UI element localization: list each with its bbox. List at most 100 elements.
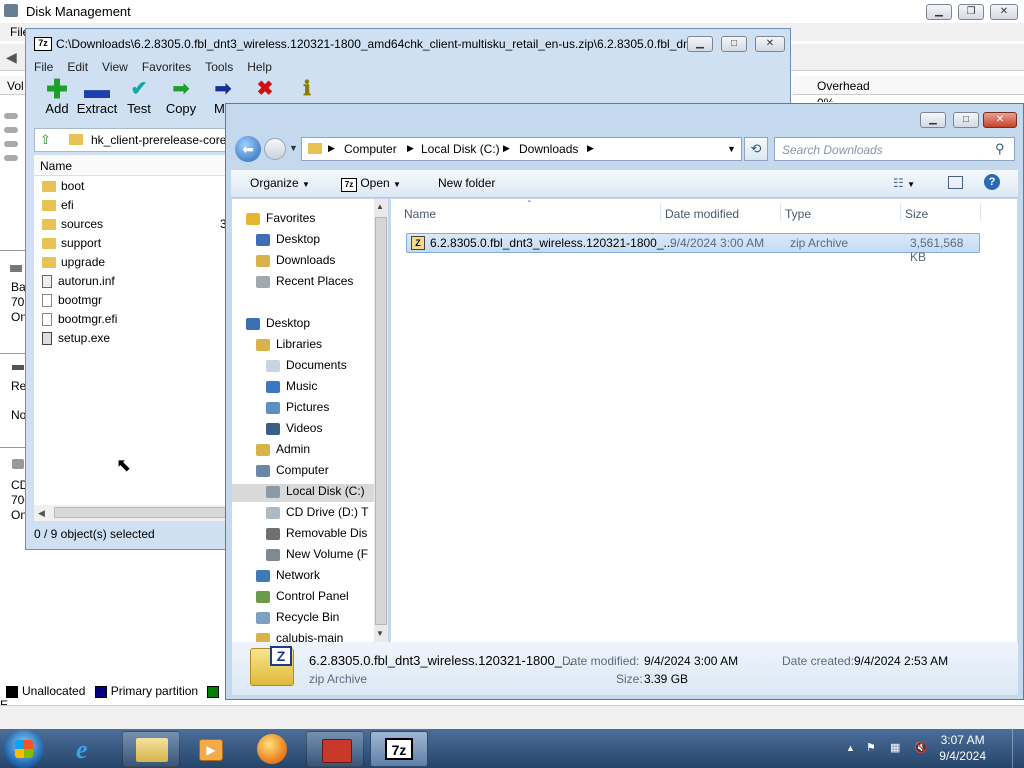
column-header-size[interactable]: Size xyxy=(905,207,928,221)
scroll-up-icon[interactable]: ▲ xyxy=(376,202,384,211)
taskbar-explorer[interactable] xyxy=(122,731,180,767)
nav-item[interactable]: Documents xyxy=(266,358,347,376)
nav-item[interactable]: Music xyxy=(266,379,317,397)
overhead-column-header[interactable]: Overhead xyxy=(793,76,1024,95)
nav-item[interactable]: Desktop xyxy=(256,232,320,250)
address-bar[interactable]: ▶ Computer ▶ Local Disk (C:) ▶ Downloads… xyxy=(301,137,742,161)
horizontal-scrollbar[interactable]: ◀ xyxy=(34,505,226,521)
column-header-type[interactable]: Type xyxy=(785,207,811,221)
scrollbar-thumb[interactable] xyxy=(375,217,387,625)
nav-item[interactable]: New Volume (F xyxy=(266,547,368,565)
minimize-button[interactable]: ▁ xyxy=(926,4,952,20)
open-button[interactable]: 7z Open ▼ xyxy=(341,176,401,192)
list-item[interactable]: bootmgr.efi xyxy=(42,312,117,330)
nav-item[interactable]: Pictures xyxy=(266,400,329,418)
details-file-name: 6.2.8305.0.fbl_dnt3_wireless.120321-1800… xyxy=(309,653,573,668)
nav-item[interactable]: Control Panel xyxy=(256,589,349,607)
back-arrow-icon[interactable]: ◀ xyxy=(6,49,17,66)
organize-button[interactable]: Organize ▼ xyxy=(250,176,310,190)
help-icon[interactable]: ? xyxy=(984,174,1000,190)
action-center-flag-icon[interactable]: ⚑ xyxy=(866,741,880,755)
info-button[interactable]: ℹ xyxy=(284,77,330,101)
nav-item[interactable]: Recycle Bin xyxy=(256,610,339,628)
menu-tools[interactable]: Tools xyxy=(205,60,233,74)
list-item[interactable]: bootmgr xyxy=(42,293,102,311)
show-desktop-button[interactable] xyxy=(1012,729,1024,768)
search-input[interactable]: Search Downloads ⚲ xyxy=(774,137,1015,161)
list-item[interactable]: autorun.inf xyxy=(42,274,115,292)
network-status-icon[interactable]: ▦ xyxy=(890,741,904,755)
menu-edit[interactable]: Edit xyxy=(67,60,88,74)
breadcrumb-downloads[interactable]: Downloads xyxy=(519,142,578,156)
address-dropdown-icon[interactable]: ▼ xyxy=(727,144,736,154)
nav-item[interactable]: Desktop xyxy=(246,316,310,334)
nav-item[interactable]: Admin xyxy=(256,442,310,460)
taskbar-disk-management[interactable] xyxy=(306,731,364,767)
volume-column-header[interactable]: Vol xyxy=(0,76,25,95)
taskbar-internet-explorer[interactable]: e xyxy=(62,731,120,767)
list-item[interactable]: efi xyxy=(42,198,74,216)
up-folder-icon[interactable]: ⇧ xyxy=(40,132,51,148)
nav-item[interactable]: calubis-main xyxy=(256,631,343,642)
breadcrumb-computer[interactable]: Computer xyxy=(344,142,397,156)
close-button[interactable]: ✕ xyxy=(990,4,1018,20)
taskbar-media-player[interactable]: ▶ xyxy=(182,731,240,767)
menu-favorites[interactable]: Favorites xyxy=(142,60,191,74)
minimize-button[interactable]: ▁ xyxy=(687,36,713,52)
extract-button[interactable]: ▬ Extract xyxy=(74,76,120,116)
nav-item[interactable]: CD Drive (D:) T xyxy=(266,505,368,523)
taskbar-app[interactable] xyxy=(242,731,300,767)
navigation-pane-scrollbar[interactable]: ▲ ▼ xyxy=(374,199,388,642)
recent-pages-chevron-icon[interactable]: ▼ xyxy=(289,143,298,153)
menu-help[interactable]: Help xyxy=(247,60,272,74)
menu-view[interactable]: View xyxy=(102,60,128,74)
column-header-date-modified[interactable]: Date modified xyxy=(665,207,739,221)
nav-item[interactable]: Downloads xyxy=(256,253,335,271)
list-item[interactable]: boot xyxy=(42,179,84,197)
menu-file[interactable]: File xyxy=(34,60,53,74)
new-folder-button[interactable]: New folder xyxy=(438,176,495,190)
nav-item[interactable]: Libraries xyxy=(256,337,322,355)
refresh-icon[interactable]: ⟲ xyxy=(744,137,768,161)
search-icon[interactable]: ⚲ xyxy=(995,141,1005,157)
nav-item[interactable]: Local Disk (C:) xyxy=(232,484,376,502)
nav-item[interactable]: Recent Places xyxy=(256,274,353,292)
name-column-header[interactable]: Name xyxy=(34,155,226,176)
file-list-pane[interactable]: Name ⌃ Date modified Type Size Z 6.2.830… xyxy=(391,199,1017,642)
list-item[interactable]: upgrade xyxy=(42,255,105,273)
list-item[interactable]: support xyxy=(42,236,101,254)
nav-item[interactable]: Removable Dis xyxy=(266,526,367,544)
restore-button[interactable]: ❐ xyxy=(958,4,984,20)
nav-item[interactable]: Network xyxy=(256,568,320,586)
maximize-button[interactable]: □ xyxy=(721,36,747,52)
breadcrumb-local-disk[interactable]: Local Disk (C:) xyxy=(421,142,500,156)
taskbar-7zip[interactable]: 7z xyxy=(370,731,428,767)
delete-button[interactable]: ✖ xyxy=(242,77,288,101)
scrollbar-thumb[interactable] xyxy=(54,507,226,518)
file-row-selected[interactable]: Z 6.2.8305.0.fbl_dnt3_wireless.120321-18… xyxy=(406,233,980,264)
forward-button[interactable] xyxy=(264,138,286,160)
test-button[interactable]: ✔ Test xyxy=(116,77,162,116)
navigation-pane[interactable]: Favorites Desktop Downloads Recent Places De… xyxy=(232,199,376,642)
back-button[interactable]: ⬅ xyxy=(235,136,261,162)
nav-item[interactable]: Favorites xyxy=(246,211,315,229)
scroll-left-icon[interactable]: ◀ xyxy=(38,508,45,519)
minimize-button[interactable]: ▁ xyxy=(920,112,946,128)
show-hidden-icons-icon[interactable]: ▲ xyxy=(846,743,855,753)
close-button[interactable]: ✕ xyxy=(755,36,785,52)
scroll-down-icon[interactable]: ▼ xyxy=(376,629,384,638)
copy-button[interactable]: ➡ Copy xyxy=(158,77,204,116)
nav-item[interactable]: Computer xyxy=(256,463,329,481)
nav-item[interactable]: Videos xyxy=(266,421,322,439)
7zip-file-list[interactable]: Name boot efi sources support upgrade au… xyxy=(34,155,227,521)
close-button[interactable]: ✕ xyxy=(983,112,1017,128)
taskbar-clock[interactable]: 3:07 AM 9/4/2024 xyxy=(939,732,986,764)
list-item[interactable]: setup.exe xyxy=(42,331,110,349)
maximize-button[interactable]: □ xyxy=(953,112,979,128)
column-header-name[interactable]: Name xyxy=(404,207,436,221)
list-item[interactable]: sources xyxy=(42,217,103,235)
change-view-icon[interactable]: ☷ ▼ xyxy=(893,176,915,190)
preview-pane-icon[interactable] xyxy=(948,176,963,189)
volume-muted-icon[interactable]: 🔇 xyxy=(914,741,928,755)
start-button[interactable] xyxy=(4,730,44,768)
